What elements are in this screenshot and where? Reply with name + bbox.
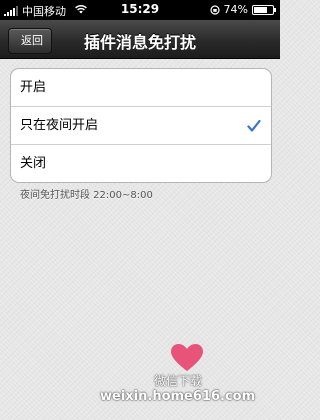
battery-percent: 74% — [223, 3, 248, 16]
option-night-only[interactable]: 只在夜间开启 — [11, 106, 271, 144]
watermark-line1: 微信下载 — [154, 374, 203, 388]
battery-icon — [252, 4, 276, 15]
status-right-group: 74% — [209, 3, 276, 16]
heart-icon — [171, 344, 203, 371]
status-bar: 中国移动 15:29 74% — [0, 0, 280, 20]
nav-bar: 返回 插件消息免打扰 — [0, 20, 280, 59]
option-off[interactable]: 关闭 — [11, 144, 271, 182]
dnd-options-group: 开启 只在夜间开启 关闭 — [10, 68, 272, 183]
option-label: 开启 — [20, 80, 47, 95]
option-label: 只在夜间开启 — [20, 118, 99, 133]
option-label: 关闭 — [20, 156, 47, 171]
quiet-hours-hint: 夜间免打扰时段 22:00~8:00 — [20, 190, 153, 201]
checkmark-icon — [247, 119, 261, 132]
page-title: 插件消息免打扰 — [83, 33, 196, 52]
option-on[interactable]: 开启 — [11, 69, 271, 106]
watermark-line2: weixin.home616.com — [100, 389, 256, 404]
rotation-lock-icon — [209, 4, 220, 15]
battery-fill — [254, 6, 267, 13]
